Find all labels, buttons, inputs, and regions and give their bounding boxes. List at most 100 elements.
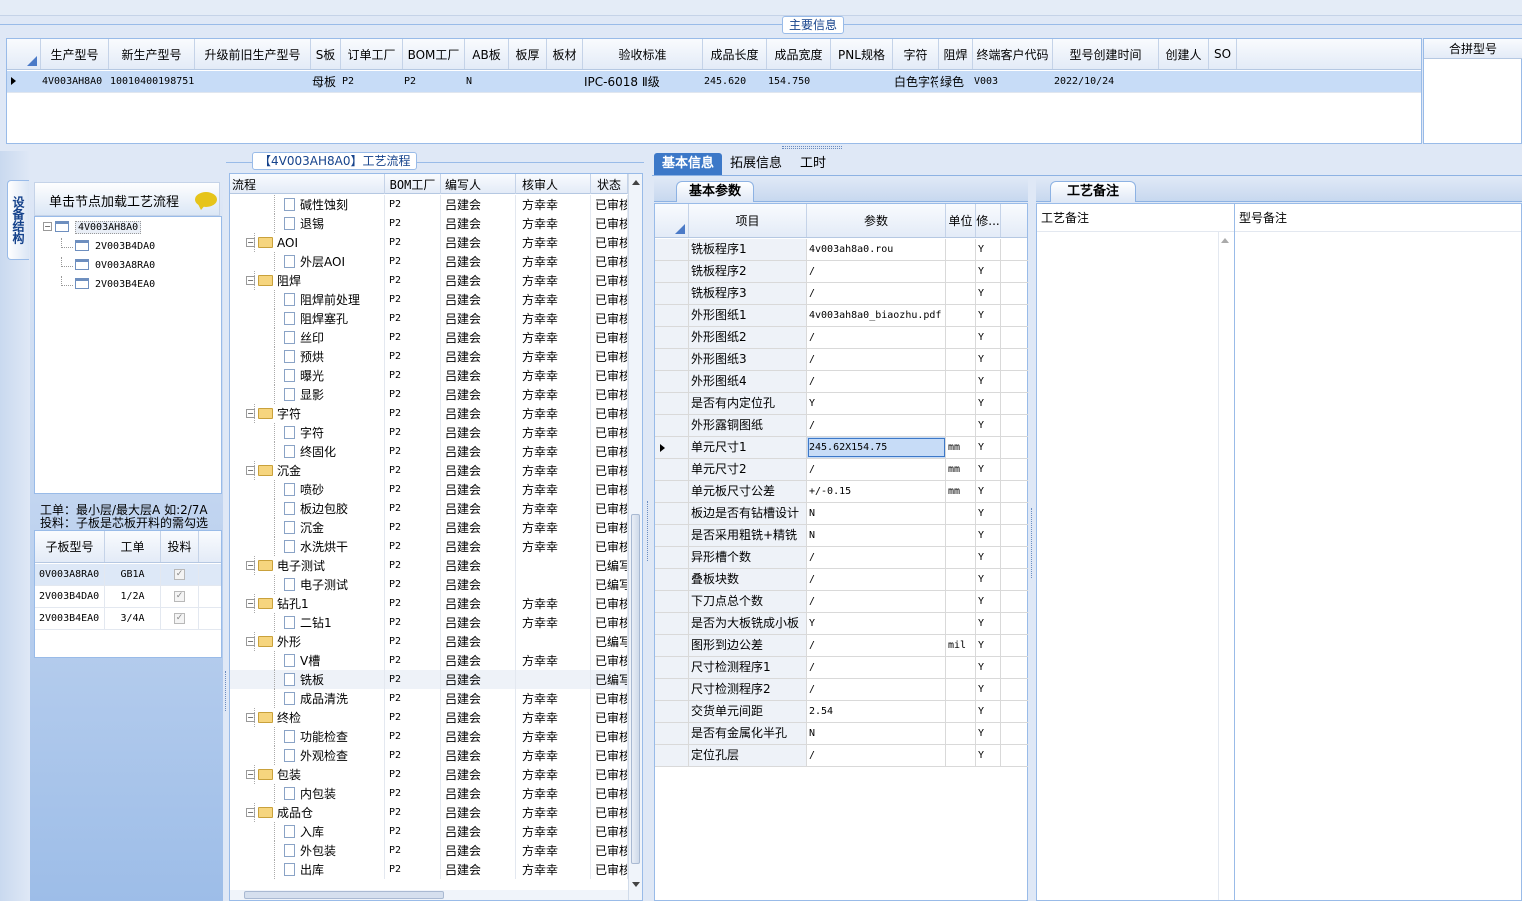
main-header-cell[interactable]: 订单工厂 xyxy=(341,39,403,69)
flow-row[interactable]: − 沉金 P2 吕建会 方幸幸 已审核 xyxy=(230,461,628,480)
flow-row[interactable]: 外观检查 P2 吕建会 方幸幸 已审核 xyxy=(230,746,628,765)
flow-row[interactable]: − 字符 P2 吕建会 方幸幸 已审核 xyxy=(230,404,628,423)
flow-writer-cell[interactable]: 吕建会 xyxy=(441,765,516,784)
flow-process-cell[interactable]: 成品清洗 xyxy=(230,689,385,708)
main-row-cell[interactable]: P2 xyxy=(342,71,402,92)
flow-hscrollbar[interactable] xyxy=(230,890,628,900)
flow-bom-cell[interactable]: P2 xyxy=(385,746,441,765)
flow-writer-cell[interactable]: 吕建会 xyxy=(441,632,516,651)
flow-process-cell[interactable]: 铣板 xyxy=(230,670,385,689)
param-modify-cell[interactable]: Y xyxy=(976,371,1001,392)
param-row[interactable]: 是否有金属化半孔 N Y xyxy=(655,723,1029,745)
flow-writer-cell[interactable]: 吕建会 xyxy=(441,461,516,480)
flow-bom-cell[interactable]: P2 xyxy=(385,347,441,366)
flow-bom-cell[interactable]: P2 xyxy=(385,727,441,746)
main-header-cell[interactable]: 成品长度 xyxy=(703,39,767,69)
param-modify-cell[interactable]: Y xyxy=(976,635,1001,656)
side-tab-structure[interactable]: 设备结构 xyxy=(7,180,29,260)
param-modify-cell[interactable]: Y xyxy=(976,569,1001,590)
main-header-cell[interactable]: 阻焊 xyxy=(939,39,973,69)
flow-row[interactable]: 铣板 P2 吕建会 已编写 xyxy=(230,670,628,689)
flow-status-cell[interactable]: 已审核 xyxy=(591,784,628,803)
main-row-cell[interactable]: 154.750 xyxy=(768,71,830,92)
param-modify-cell[interactable]: Y xyxy=(976,459,1001,480)
flow-row[interactable]: − 钻孔1 P2 吕建会 方幸幸 已审核 xyxy=(230,594,628,613)
param-unit-cell[interactable]: mil xyxy=(946,635,976,656)
main-header-cell[interactable]: SO xyxy=(1209,39,1237,69)
flow-bom-cell[interactable]: P2 xyxy=(385,594,441,613)
feed-checkbox[interactable]: ✓ xyxy=(161,608,199,629)
param-value-cell[interactable]: / xyxy=(807,283,946,304)
flow-reviewer-cell[interactable]: 方幸幸 xyxy=(516,366,591,385)
param-modify-cell[interactable]: Y xyxy=(976,547,1001,568)
flow-reviewer-cell[interactable]: 方幸幸 xyxy=(516,784,591,803)
param-modify-cell[interactable]: Y xyxy=(976,503,1001,524)
flow-process-cell[interactable]: 字符 xyxy=(230,423,385,442)
flow-bom-cell[interactable]: P2 xyxy=(385,822,441,841)
param-value-cell[interactable]: N xyxy=(807,525,946,546)
flow-writer-cell[interactable]: 吕建会 xyxy=(441,442,516,461)
flow-reviewer-cell[interactable]: 方幸幸 xyxy=(516,214,591,233)
flow-status-cell[interactable]: 已审核 xyxy=(591,518,628,537)
flow-reviewer-cell[interactable]: 方幸幸 xyxy=(516,727,591,746)
param-value-cell[interactable]: Y xyxy=(807,393,946,414)
flow-reviewer-cell[interactable]: 方幸幸 xyxy=(516,404,591,423)
flow-status-cell[interactable]: 已审核 xyxy=(591,442,628,461)
main-header-cell[interactable]: 新生产型号 xyxy=(109,39,195,69)
flow-writer-cell[interactable]: 吕建会 xyxy=(441,537,516,556)
params-grid[interactable]: 项目 参数 单位 修... 铣板程序1 4v003ah8a0.rou Y 铣板程序2/… xyxy=(654,203,1029,901)
right-splitter[interactable] xyxy=(1028,178,1036,901)
param-unit-cell[interactable] xyxy=(946,701,976,722)
param-unit-cell[interactable] xyxy=(946,569,976,590)
param-value-cell[interactable]: N xyxy=(807,723,946,744)
flow-status-cell[interactable]: 已编写 xyxy=(591,670,628,689)
params-header-modify[interactable]: 修... xyxy=(976,204,1001,237)
flow-status-cell[interactable]: 已编写 xyxy=(591,575,628,594)
collapse-icon[interactable]: − xyxy=(43,222,52,231)
flow-writer-cell[interactable]: 吕建会 xyxy=(441,385,516,404)
flow-reviewer-cell[interactable]: 方幸幸 xyxy=(516,271,591,290)
row-header-cell[interactable] xyxy=(655,613,689,634)
param-unit-cell[interactable]: mm xyxy=(946,437,976,458)
flow-reviewer-cell[interactable]: 方幸幸 xyxy=(516,822,591,841)
flow-row[interactable]: 沉金 P2 吕建会 方幸幸 已审核 xyxy=(230,518,628,537)
flow-process-cell[interactable]: 外包装 xyxy=(230,841,385,860)
flow-reviewer-cell[interactable]: 方幸幸 xyxy=(516,385,591,404)
param-row[interactable]: 外形图纸3/ Y xyxy=(655,349,1029,371)
flow-bom-cell[interactable]: P2 xyxy=(385,613,441,632)
flow-row[interactable]: − AOI P2 吕建会 方幸幸 已审核 xyxy=(230,233,628,252)
flow-process-cell[interactable]: − 终检 xyxy=(230,708,385,727)
flow-status-cell[interactable]: 已审核 xyxy=(591,480,628,499)
main-row-cell[interactable]: 绿色 xyxy=(940,71,972,92)
main-row-cell[interactable]: V003 xyxy=(974,71,1052,92)
flow-reviewer-cell[interactable]: 方幸幸 xyxy=(516,290,591,309)
param-row[interactable]: 单元尺寸1 245.62X154.75 mm Y xyxy=(655,437,1029,459)
flow-writer-cell[interactable]: 吕建会 xyxy=(441,404,516,423)
row-header-cell[interactable] xyxy=(655,349,689,370)
param-value-cell[interactable]: / xyxy=(807,745,946,766)
flow-writer-cell[interactable]: 吕建会 xyxy=(441,727,516,746)
flow-writer-cell[interactable]: 吕建会 xyxy=(441,271,516,290)
flow-status-cell[interactable]: 已审核 xyxy=(591,537,628,556)
flow-writer-cell[interactable]: 吕建会 xyxy=(441,708,516,727)
flow-bom-cell[interactable]: P2 xyxy=(385,252,441,271)
flow-status-cell[interactable]: 已审核 xyxy=(591,651,628,670)
flow-header-bom[interactable]: BOM工厂 xyxy=(385,174,441,194)
flow-process-cell[interactable]: − 沉金 xyxy=(230,461,385,480)
row-header-cell[interactable] xyxy=(655,283,689,304)
flow-status-cell[interactable]: 已审核 xyxy=(591,347,628,366)
flow-status-cell[interactable]: 已审核 xyxy=(591,404,628,423)
flow-header-status[interactable]: 状态 xyxy=(591,174,628,194)
main-grid-row[interactable]: 4V003AH8A0 10010400198751 母板 P2 P2 N IPC-6018 … xyxy=(7,71,1421,93)
flow-writer-cell[interactable]: 吕建会 xyxy=(441,347,516,366)
scroll-up-icon[interactable] xyxy=(632,180,640,185)
param-unit-cell[interactable] xyxy=(946,349,976,370)
flow-reviewer-cell[interactable] xyxy=(516,575,591,594)
param-value-cell[interactable]: / xyxy=(807,371,946,392)
model-remarks-column[interactable]: 型号备注 xyxy=(1235,204,1521,900)
flow-status-cell[interactable]: 已审核 xyxy=(591,613,628,632)
flow-status-cell[interactable]: 已审核 xyxy=(591,499,628,518)
flow-reviewer-cell[interactable]: 方幸幸 xyxy=(516,651,591,670)
tab-work-hours[interactable]: 工时 xyxy=(792,153,834,175)
flow-status-cell[interactable]: 已审核 xyxy=(591,708,628,727)
